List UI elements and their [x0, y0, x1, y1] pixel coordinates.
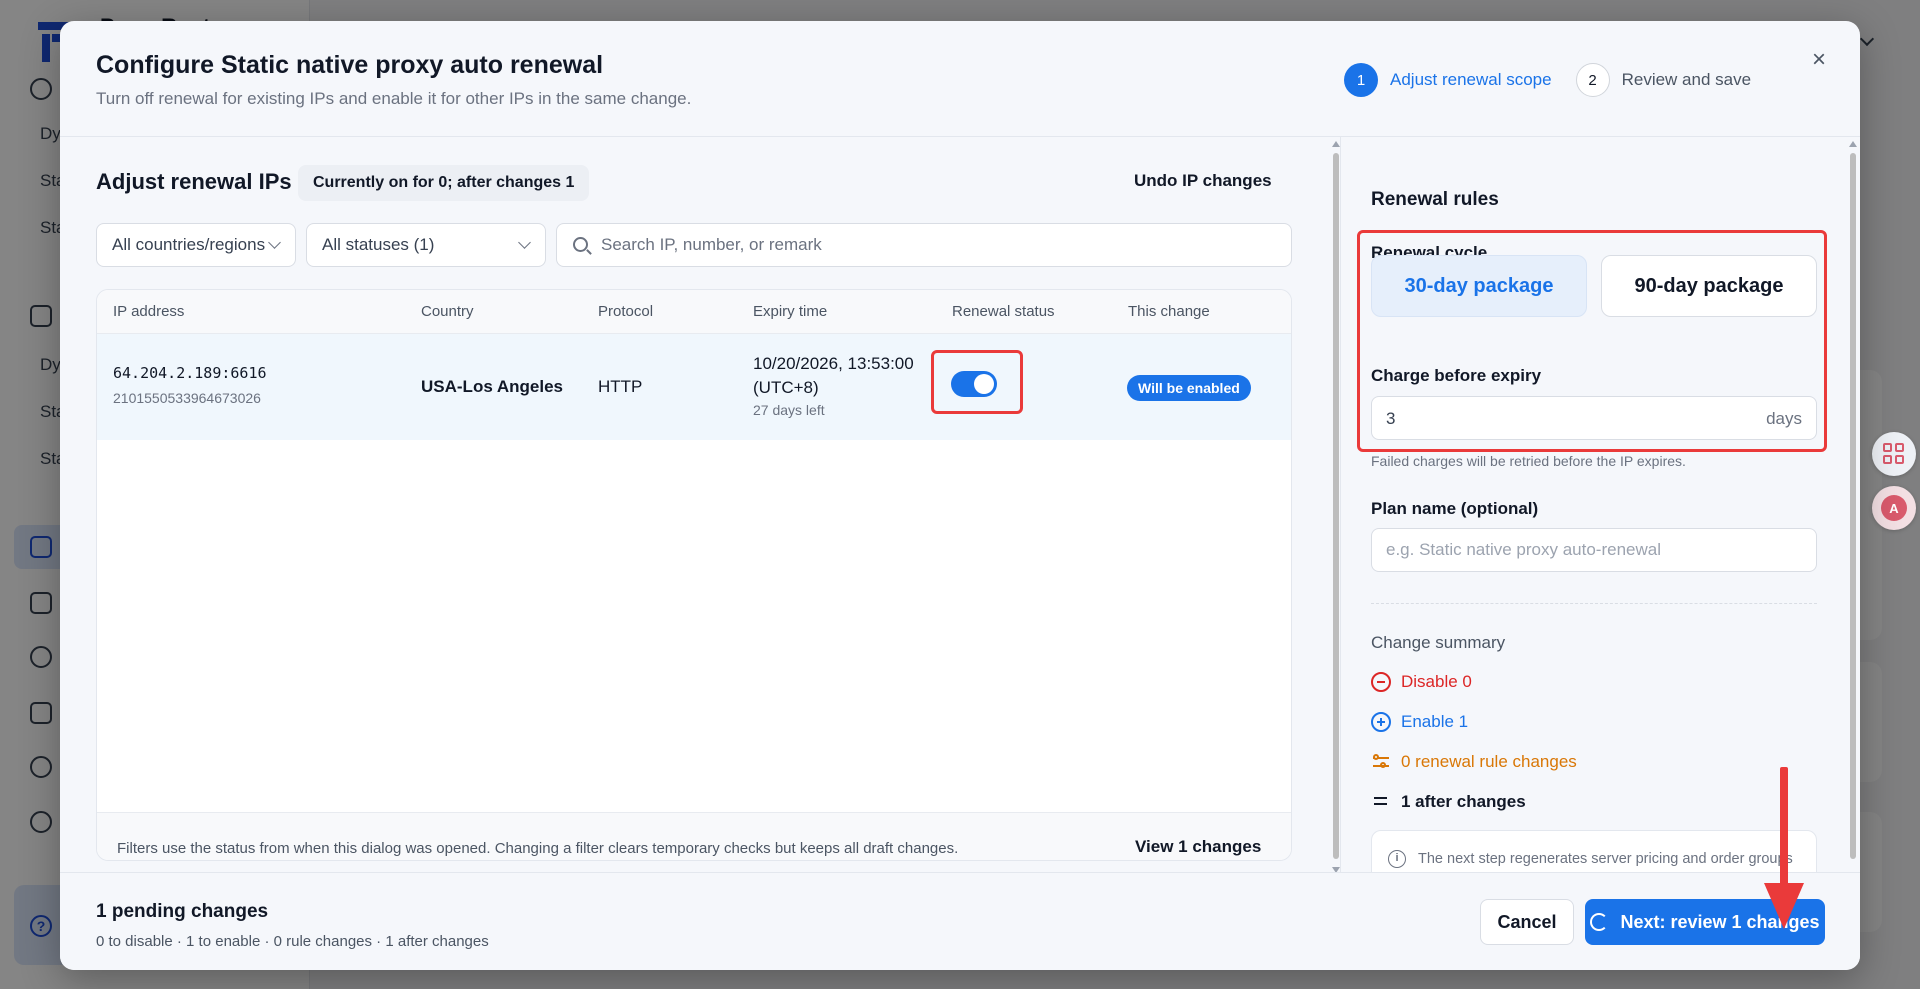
summary-disable-text: Disable 0	[1401, 672, 1472, 691]
step-label: Adjust renewal scope	[1390, 70, 1552, 89]
charge-days-unit: days	[1766, 409, 1802, 428]
country-filter-value: All countries/regions	[112, 235, 266, 254]
chevron-down-icon	[518, 236, 531, 249]
search-icon	[573, 237, 588, 252]
search-field[interactable]	[556, 223, 1292, 267]
dialog-title: Configure Static native proxy auto renew…	[96, 51, 604, 79]
chevron-down-icon	[268, 236, 281, 249]
undo-ip-changes-button[interactable]: Undo IP changes	[1134, 171, 1272, 191]
expiry-time: 10/20/2026, 13:53:00 (UTC+8)	[753, 354, 914, 397]
protocol-cell: HTTP	[598, 377, 643, 396]
summary-enable: Enable 1	[1371, 712, 1468, 732]
arrow-shaft	[1780, 767, 1788, 887]
summary-after: 1 after changes	[1371, 792, 1526, 812]
scroll-up-arrow-icon[interactable]	[1332, 141, 1340, 147]
ip-table: IP address Country Protocol Expiry time …	[96, 289, 1292, 861]
summary-after-text: 1 after changes	[1401, 792, 1526, 811]
apps-float-button[interactable]	[1872, 432, 1916, 476]
ip-cell: 64.204.2.189:6616 2101550533964673026	[113, 364, 267, 406]
info-icon: i	[1388, 850, 1406, 868]
equals-icon	[1371, 792, 1391, 812]
arrow-head	[1764, 883, 1804, 929]
status-filter-select[interactable]: All statuses (1)	[306, 223, 546, 267]
right-scrollbar[interactable]	[1846, 139, 1860, 895]
charge-days-value: 3	[1386, 409, 1396, 428]
annotation-highlight-box	[931, 350, 1023, 414]
panel-title: Renewal rules	[1371, 189, 1499, 210]
scroll-up-arrow-icon[interactable]	[1849, 141, 1857, 147]
dialog-header: Configure Static native proxy auto renew…	[60, 21, 1860, 137]
status-badge: Currently on for 0; after changes 1	[298, 165, 590, 201]
refresh-icon	[1590, 913, 1609, 931]
renewal-toggle[interactable]	[951, 371, 997, 397]
plan-name-input[interactable]: e.g. Static native proxy auto-renewal	[1371, 528, 1817, 572]
plan-name-label: Plan name (optional)	[1371, 499, 1539, 518]
step-label: Review and save	[1621, 70, 1752, 89]
scrollbar-thumb[interactable]	[1333, 153, 1339, 859]
table-row[interactable]: 64.204.2.189:6616 2101550533964673026 US…	[97, 334, 1291, 440]
summary-enable-text: Enable 1	[1401, 712, 1469, 731]
column-header: IP address	[113, 303, 185, 320]
cancel-button[interactable]: Cancel	[1480, 899, 1574, 945]
search-input[interactable]	[601, 224, 1281, 266]
minus-circle-icon	[1371, 672, 1391, 692]
step-number: 2	[1575, 63, 1610, 97]
close-icon[interactable]: ×	[1806, 46, 1832, 73]
charge-before-expiry-label: Charge before expiry	[1371, 366, 1542, 385]
section-title: Adjust renewal IPs	[96, 169, 292, 194]
plus-circle-icon	[1371, 712, 1391, 732]
country-cell: USA-Los Angeles	[421, 377, 564, 396]
column-header: Expiry time	[753, 303, 828, 320]
summary-rule-changes: 0 renewal rule changes	[1371, 752, 1577, 772]
annotation-arrow	[1764, 767, 1804, 931]
summary-rule-text: 0 renewal rule changes	[1401, 752, 1577, 771]
country-filter-select[interactable]: All countries/regions	[96, 223, 296, 267]
summary-title: Change summary	[1371, 633, 1506, 652]
step-number: 1	[1344, 63, 1378, 97]
translate-icon: A	[1881, 495, 1907, 521]
column-header: Protocol	[598, 303, 654, 320]
translate-float-button[interactable]: A	[1872, 486, 1916, 530]
sliders-icon	[1371, 752, 1391, 772]
expiry-cell: 10/20/2026, 13:53:00 (UTC+8) 27 days lef…	[753, 352, 933, 418]
view-changes-button[interactable]: View 1 changes	[1135, 837, 1261, 857]
divider	[1371, 603, 1817, 604]
column-header: This change	[1128, 303, 1210, 320]
ip-address: 64.204.2.189:6616	[113, 364, 267, 382]
charge-hint: Failed charges will be retried before th…	[1371, 453, 1686, 469]
step-adjust-scope[interactable]: 1 Adjust renewal scope	[1344, 63, 1552, 97]
column-header: Country	[421, 303, 474, 320]
pending-changes-title: 1 pending changes	[96, 901, 269, 922]
status-filter-value: All statuses (1)	[322, 235, 435, 254]
change-badge: Will be enabled	[1127, 375, 1251, 401]
scrollbar-thumb[interactable]	[1850, 153, 1856, 859]
table-footer: Filters use the status from when this di…	[97, 812, 1291, 860]
toggle-knob	[974, 374, 994, 394]
dialog-subtitle: Turn off renewal for existing IPs and en…	[96, 89, 692, 108]
table-header: IP address Country Protocol Expiry time …	[97, 290, 1291, 334]
pending-changes-summary: 0 to disable · 1 to enable · 0 rule chan…	[96, 933, 489, 950]
package-option-30-day[interactable]: 30-day package	[1371, 255, 1587, 317]
ip-number: 2101550533964673026	[113, 390, 261, 406]
summary-disable: Disable 0	[1371, 672, 1472, 692]
package-option-90-day[interactable]: 90-day package	[1601, 255, 1817, 317]
dialog-footer: 1 pending changes 0 to disable · 1 to en…	[60, 872, 1860, 970]
column-header: Renewal status	[952, 303, 1055, 320]
stepper: 1 Adjust renewal scope 2 Review and save	[1344, 63, 1775, 97]
apps-icon	[1883, 443, 1905, 465]
days-left: 27 days left	[753, 402, 825, 418]
step-review-save[interactable]: 2 Review and save	[1575, 63, 1752, 97]
filter-note: Filters use the status from when this di…	[117, 840, 959, 857]
renewal-config-dialog: Configure Static native proxy auto renew…	[60, 21, 1860, 970]
charge-days-input[interactable]: 3 days	[1371, 396, 1817, 440]
